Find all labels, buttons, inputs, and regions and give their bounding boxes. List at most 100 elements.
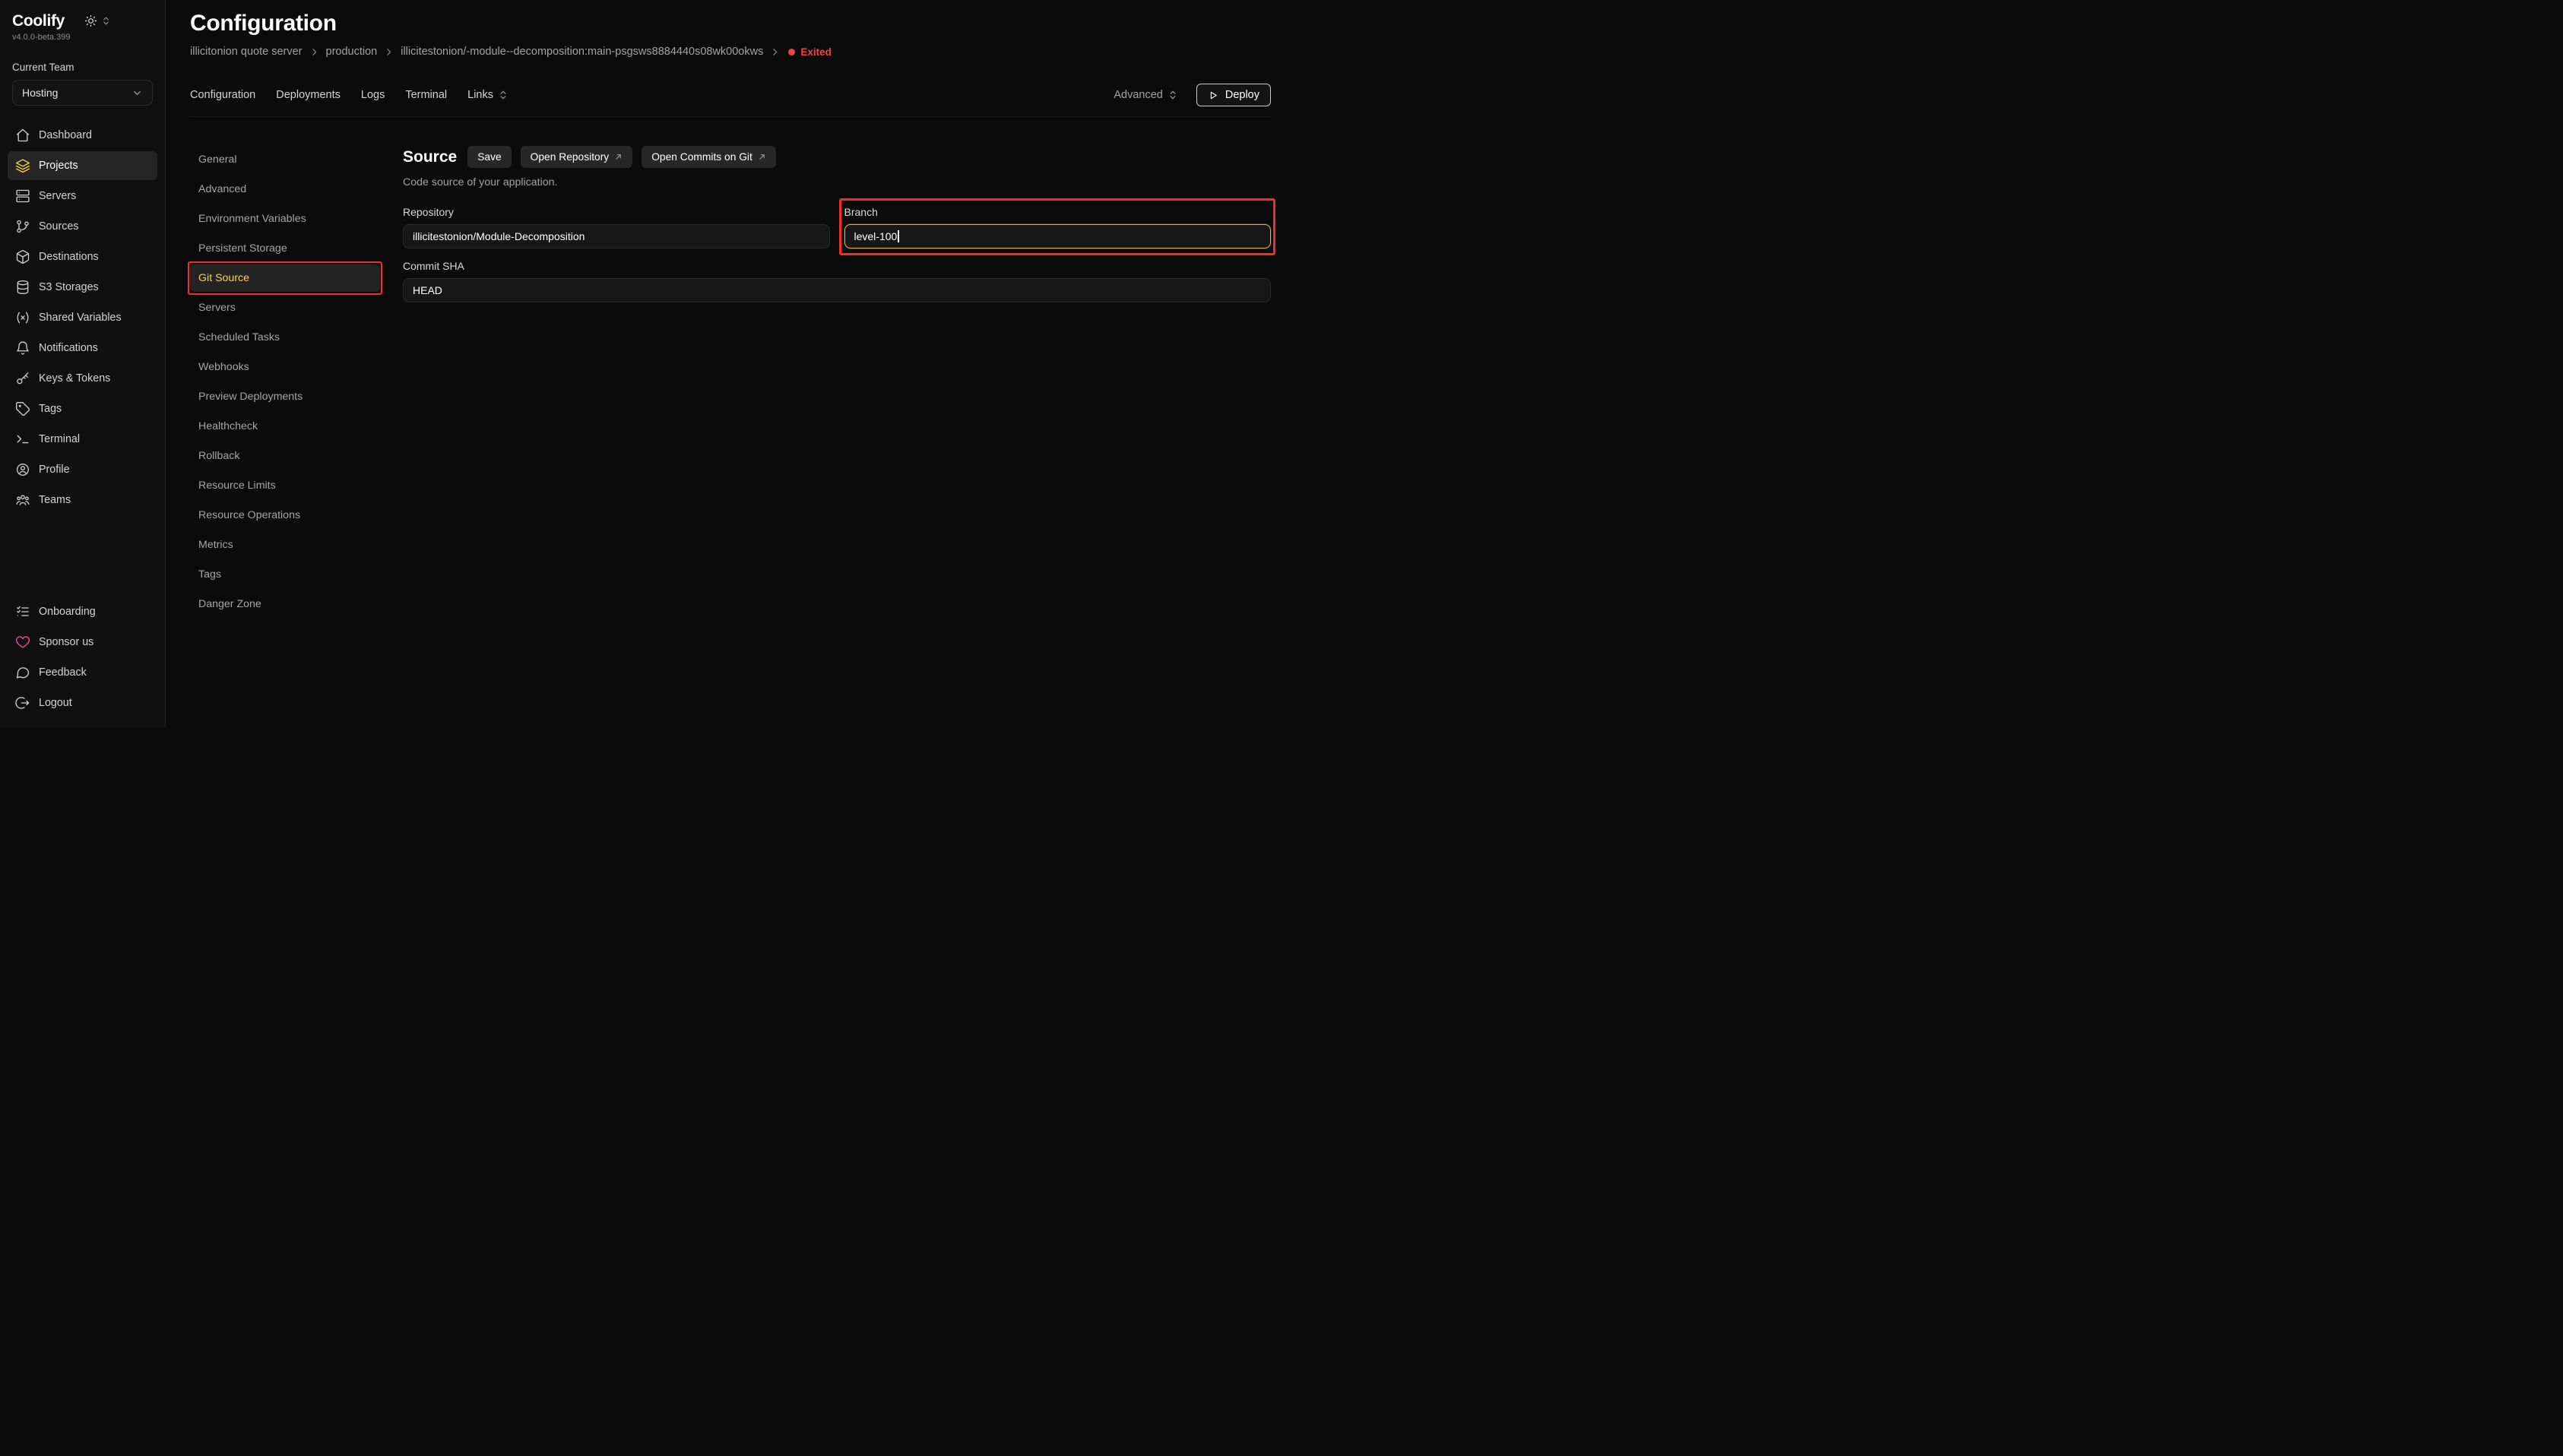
- sidebar-header: Coolify v4.0.0-beta.399: [0, 0, 165, 42]
- sidebar-item-label: Dashboard: [39, 129, 92, 141]
- deploy-button-label: Deploy: [1225, 89, 1259, 101]
- sidebar-item-shared-variables[interactable]: Shared Variables: [8, 303, 157, 332]
- chevron-right-icon: [770, 47, 780, 57]
- team-select[interactable]: Hosting: [12, 80, 153, 106]
- text-caret: [898, 230, 899, 242]
- sidebar-item-sponsor[interactable]: Sponsor us: [8, 628, 157, 657]
- sidebar-item-label: S3 Storages: [39, 281, 99, 293]
- sidebar-item-label: Onboarding: [39, 606, 96, 618]
- play-icon: [1208, 90, 1219, 101]
- source-heading: Source: [403, 148, 457, 166]
- current-team-label: Current Team: [12, 62, 153, 73]
- database-icon: [15, 280, 30, 295]
- sidebar-item-label: Tags: [39, 403, 62, 415]
- subnav-item-tags[interactable]: Tags: [190, 561, 380, 588]
- heart-icon: [15, 635, 30, 650]
- sidebar-item-label: Servers: [39, 190, 76, 202]
- breadcrumb-environment[interactable]: production: [326, 46, 378, 58]
- subnav-item-danger-zone[interactable]: Danger Zone: [190, 590, 380, 618]
- chevron-up-down-icon: [101, 16, 111, 26]
- sidebar-footer: Onboarding Sponsor us Feedback Logout: [0, 597, 165, 728]
- sidebar-item-servers[interactable]: Servers: [8, 182, 157, 210]
- layers-icon: [15, 158, 30, 173]
- sidebar-item-dashboard[interactable]: Dashboard: [8, 121, 157, 150]
- advanced-dropdown[interactable]: Advanced: [1114, 89, 1178, 101]
- branch-input[interactable]: level-100: [844, 224, 1272, 248]
- server-icon: [15, 188, 30, 204]
- git-source-annotation: Git Source: [190, 264, 380, 292]
- chevron-down-icon: [131, 87, 143, 99]
- package-icon: [15, 249, 30, 264]
- sidebar-item-keys-tokens[interactable]: Keys & Tokens: [8, 364, 157, 393]
- sidebar-item-tags[interactable]: Tags: [8, 394, 157, 423]
- commit-sha-input[interactable]: [403, 278, 1271, 302]
- checklist-icon: [15, 604, 30, 619]
- theme-toggle[interactable]: [84, 14, 111, 27]
- app-logo: Coolify: [12, 12, 65, 30]
- repository-field-group: Repository: [403, 206, 830, 248]
- sidebar-item-label: Logout: [39, 697, 72, 709]
- subnav-item-healthcheck[interactable]: Healthcheck: [190, 413, 380, 440]
- source-form: Repository Branch level-100 Commit: [403, 206, 1271, 302]
- tab-configuration[interactable]: Configuration: [190, 89, 255, 101]
- status-dot: [788, 49, 795, 55]
- chevron-up-down-icon: [1167, 90, 1178, 100]
- source-description: Code source of your application.: [403, 176, 1271, 188]
- subnav-item-advanced[interactable]: Advanced: [190, 176, 380, 203]
- sidebar-item-terminal[interactable]: Terminal: [8, 425, 157, 454]
- subnav-item-git-source[interactable]: Git Source: [190, 264, 380, 292]
- logout-icon: [15, 695, 30, 711]
- sidebar-item-projects[interactable]: Projects: [8, 151, 157, 180]
- sidebar-item-label: Projects: [39, 160, 78, 172]
- branch-label: Branch: [844, 206, 1272, 218]
- repository-label: Repository: [403, 206, 830, 218]
- page-title: Configuration: [190, 11, 1271, 36]
- commit-sha-field-group: Commit SHA: [403, 260, 1271, 302]
- sidebar: Coolify v4.0.0-beta.399 Current Team Hos…: [0, 0, 166, 728]
- subnav-item-resource-operations[interactable]: Resource Operations: [190, 502, 380, 529]
- tab-terminal[interactable]: Terminal: [405, 89, 447, 101]
- subnav-item-metrics[interactable]: Metrics: [190, 531, 380, 559]
- sidebar-spacer: [0, 514, 165, 597]
- advanced-label: Advanced: [1114, 89, 1163, 101]
- sidebar-item-profile[interactable]: Profile: [8, 455, 157, 484]
- tab-deployments[interactable]: Deployments: [276, 89, 341, 101]
- sidebar-item-destinations[interactable]: Destinations: [8, 242, 157, 271]
- configuration-content: General Advanced Environment Variables P…: [190, 146, 1271, 618]
- breadcrumb-project[interactable]: illicitonion quote server: [190, 46, 303, 58]
- subnav-item-environment-variables[interactable]: Environment Variables: [190, 205, 380, 233]
- app-version: v4.0.0-beta.399: [12, 33, 153, 42]
- sidebar-item-onboarding[interactable]: Onboarding: [8, 597, 157, 626]
- status-text: Exited: [800, 46, 832, 58]
- subnav-item-preview-deployments[interactable]: Preview Deployments: [190, 383, 380, 410]
- subnav-item-scheduled-tasks[interactable]: Scheduled Tasks: [190, 324, 380, 351]
- user-icon: [15, 462, 30, 477]
- sidebar-item-teams[interactable]: Teams: [8, 486, 157, 514]
- external-link-icon: [614, 153, 623, 161]
- tab-logs[interactable]: Logs: [361, 89, 385, 101]
- deploy-button[interactable]: Deploy: [1196, 84, 1271, 106]
- open-commits-button[interactable]: Open Commits on Git: [642, 146, 776, 168]
- subnav-item-rollback[interactable]: Rollback: [190, 442, 380, 470]
- subnav-item-persistent-storage[interactable]: Persistent Storage: [190, 235, 380, 262]
- subnav-item-general[interactable]: General: [190, 146, 380, 173]
- sidebar-item-sources[interactable]: Sources: [8, 212, 157, 241]
- breadcrumb: illicitonion quote server production ill…: [190, 46, 1271, 58]
- configuration-subnav: General Advanced Environment Variables P…: [190, 146, 380, 618]
- tab-links[interactable]: Links: [467, 89, 508, 101]
- sidebar-item-logout[interactable]: Logout: [8, 688, 157, 717]
- tag-icon: [15, 401, 30, 416]
- sidebar-item-notifications[interactable]: Notifications: [8, 334, 157, 362]
- sidebar-item-label: Feedback: [39, 666, 87, 679]
- breadcrumb-application[interactable]: illicitestonion/-module--decomposition:m…: [401, 46, 763, 58]
- open-repository-button[interactable]: Open Repository: [521, 146, 633, 168]
- subnav-item-servers[interactable]: Servers: [190, 294, 380, 321]
- users-icon: [15, 492, 30, 508]
- sidebar-item-feedback[interactable]: Feedback: [8, 658, 157, 687]
- save-button[interactable]: Save: [467, 146, 511, 168]
- subnav-item-resource-limits[interactable]: Resource Limits: [190, 472, 380, 499]
- sidebar-item-s3-storages[interactable]: S3 Storages: [8, 273, 157, 302]
- subnav-item-webhooks[interactable]: Webhooks: [190, 353, 380, 381]
- repository-input[interactable]: [403, 224, 830, 248]
- key-icon: [15, 371, 30, 386]
